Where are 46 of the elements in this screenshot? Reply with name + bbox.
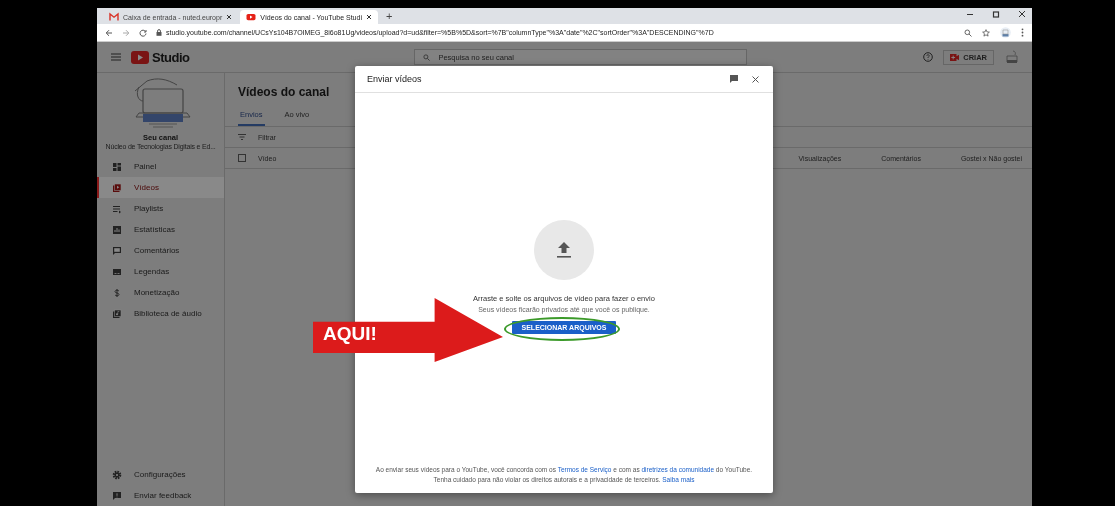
subtitles-icon xyxy=(112,266,122,277)
help-icon[interactable] xyxy=(923,52,934,62)
filter-icon[interactable] xyxy=(238,134,246,140)
close-icon[interactable] xyxy=(752,75,759,83)
zoom-icon[interactable] xyxy=(964,28,972,37)
menu-icon[interactable] xyxy=(1021,28,1024,37)
chart-icon xyxy=(112,224,122,235)
nav-item[interactable]: Legendas xyxy=(97,261,224,282)
back-icon[interactable] xyxy=(105,28,113,37)
checkbox[interactable] xyxy=(238,154,246,162)
nav-item[interactable]: Configurações xyxy=(97,464,224,485)
comment-icon xyxy=(112,245,122,256)
nav-item[interactable]: Playlists xyxy=(97,198,224,219)
play-logo-icon xyxy=(131,50,149,64)
dashboard-icon xyxy=(112,161,122,172)
mail-icon xyxy=(109,12,119,22)
video-plus-icon xyxy=(950,53,960,61)
close-icon[interactable] xyxy=(365,14,372,20)
dollar-icon xyxy=(112,287,122,298)
avatar-icon[interactable] xyxy=(1000,27,1011,38)
search-icon xyxy=(423,53,431,61)
music-library-icon xyxy=(112,308,122,319)
nav-item[interactable]: Painel xyxy=(97,156,224,177)
nav-item[interactable]: Monetização xyxy=(97,282,224,303)
star-icon[interactable] xyxy=(982,28,990,37)
dialog-title: Enviar vídeos xyxy=(367,74,423,84)
lock-icon xyxy=(156,29,162,36)
settings-icon xyxy=(112,469,122,480)
close-icon[interactable] xyxy=(1018,10,1026,18)
nav-item[interactable]: Vídeos xyxy=(97,177,224,198)
play-logo-icon xyxy=(246,12,257,22)
feedback-icon[interactable] xyxy=(730,75,738,83)
close-icon[interactable] xyxy=(226,14,233,20)
nav-item[interactable]: Enviar feedback xyxy=(97,485,224,506)
restore-icon[interactable] xyxy=(992,10,1000,18)
nav-item[interactable]: Estatísticas xyxy=(97,219,224,240)
feedback-icon xyxy=(112,490,122,501)
reload-icon[interactable] xyxy=(139,28,147,37)
logo-text[interactable]: Studio xyxy=(152,49,190,65)
nav-item[interactable]: Comentários xyxy=(97,240,224,261)
video-icon xyxy=(112,182,122,193)
new-tab-button[interactable]: + xyxy=(385,10,393,22)
upload-icon xyxy=(556,241,572,259)
playlist-icon xyxy=(112,203,122,214)
page-title: Vídeos do canal xyxy=(238,85,330,99)
nav-item[interactable]: Biblioteca de áudio xyxy=(97,303,224,324)
